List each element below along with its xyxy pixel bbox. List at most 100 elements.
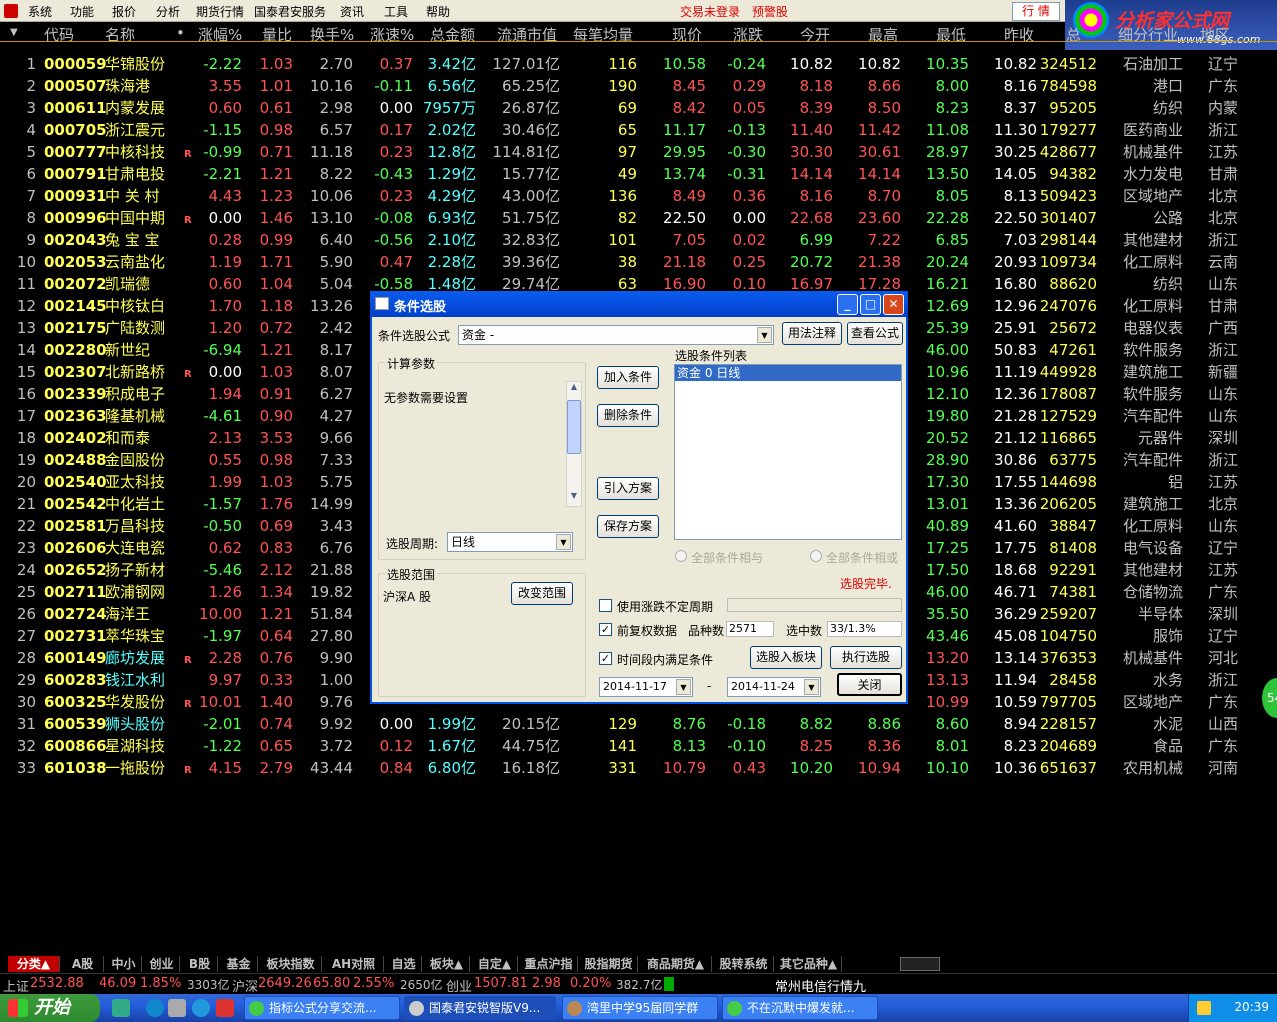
table-row[interactable]: 33 601038 一拖股份 4.15 2.79 43.44 0.84 6.80亿 16.18亿…: [0, 758, 1277, 780]
params-scrollbar[interactable]: ▲ ▼: [566, 381, 582, 507]
table-row[interactable]: 2 000507 珠海港 3.55 1.01 10.16 -0.11 6.56亿 65.25亿 1…: [0, 76, 1277, 98]
table-row[interactable]: 3 000611 内蒙发展 0.60 0.61 2.98 0.00 7957万 26.87亿 69…: [0, 98, 1277, 120]
task-label: 不在沉默中爆发就...: [747, 1001, 855, 1015]
add-condition-button[interactable]: 加入条件: [597, 366, 659, 389]
restore-rights-checkbox[interactable]: ✓: [599, 623, 612, 636]
radio-all-and[interactable]: [675, 550, 687, 562]
task-gtja-app[interactable]: 国泰君安锐智版V9...: [404, 996, 556, 1020]
task-qq-group[interactable]: 湾里中学95届同学群: [562, 996, 718, 1020]
scroll-thumb[interactable]: [567, 400, 581, 454]
tab-8[interactable]: 自选: [386, 956, 422, 972]
chevron-down-icon[interactable]: ▼: [804, 679, 819, 695]
menu-quote[interactable]: 报价: [112, 3, 136, 20]
menu-gtja-service[interactable]: 国泰君安服务: [254, 3, 326, 20]
menu-futures[interactable]: 期货行情: [196, 3, 244, 20]
usage-notes-button[interactable]: 用法注释: [782, 322, 842, 345]
cy-index[interactable]: 1507.81: [474, 976, 528, 991]
date-from-picker[interactable]: 2014-11-17 ▼: [599, 677, 693, 697]
tab-7[interactable]: AH对照: [324, 956, 384, 972]
cell-speed: 0.00: [379, 99, 413, 117]
tab-11[interactable]: 重点沪指: [520, 956, 578, 972]
tab-13[interactable]: 商品期货▲: [640, 956, 712, 972]
tab-6[interactable]: 板块指数: [260, 956, 322, 972]
execute-button[interactable]: 执行选股: [830, 646, 902, 669]
task-formula-forum[interactable]: 指标公式分享交流...: [244, 996, 400, 1020]
cell-chg: -0.10: [727, 737, 766, 755]
trade-login-status[interactable]: 交易未登录: [680, 3, 740, 20]
task-browser[interactable]: 不在沉默中爆发就...: [722, 996, 878, 1020]
tab-12[interactable]: 股指期货: [580, 956, 638, 972]
tab-1[interactable]: A股: [62, 956, 104, 972]
time-range-checkbox[interactable]: ✓: [599, 652, 612, 665]
tab-5[interactable]: 基金: [220, 956, 258, 972]
table-row[interactable]: 6 000791 甘肃电投 -2.21 1.21 8.22 -0.43 1.29亿 15.77亿…: [0, 164, 1277, 186]
tab-0[interactable]: 分类▲: [8, 956, 60, 972]
maximize-icon[interactable]: □: [860, 294, 881, 315]
menu-tools[interactable]: 工具: [384, 3, 408, 20]
import-plan-button[interactable]: 引入方案: [597, 477, 659, 500]
scroll-up-icon[interactable]: ▲: [567, 382, 581, 397]
chevron-down-icon[interactable]: ▼: [556, 534, 571, 550]
tab-14[interactable]: 股转系统: [714, 956, 774, 972]
menu-help[interactable]: 帮助: [426, 3, 450, 20]
quote-button[interactable]: 行 情: [1012, 2, 1060, 21]
tab-10[interactable]: 自定▲: [472, 956, 518, 972]
table-row[interactable]: 9 002043 兔 宝 宝 0.28 0.99 6.40 -0.56 2.10亿 32.83亿…: [0, 230, 1277, 252]
quicklaunch-icon[interactable]: [192, 999, 210, 1017]
quicklaunch-icon[interactable]: [112, 999, 130, 1017]
table-row[interactable]: 32 600866 星湖科技 -1.22 0.65 3.72 0.12 1.67亿 44.75亿…: [0, 736, 1277, 758]
tab-2[interactable]: 中小: [106, 956, 142, 972]
table-row[interactable]: 10 002053 云南盐化 1.19 1.71 5.90 0.47 2.28亿 39.36亿 3…: [0, 252, 1277, 274]
start-button[interactable]: 开始: [0, 994, 100, 1022]
menu-function[interactable]: 功能: [70, 3, 94, 20]
cell-chg: 0.02: [732, 231, 766, 249]
table-row[interactable]: 31 600539 狮头股份 -2.01 0.74 9.92 0.00 1.99亿 20.15亿…: [0, 714, 1277, 736]
hs-index[interactable]: 2649.26: [258, 976, 312, 991]
cell-high: 10.94: [858, 759, 901, 777]
close-button[interactable]: 关闭: [837, 673, 902, 696]
menu-news[interactable]: 资讯: [340, 3, 364, 20]
server-name[interactable]: 常州电信行情九: [775, 976, 866, 995]
condition-list[interactable]: 资金 0 日线: [674, 364, 902, 540]
table-row[interactable]: 7 000931 中 关 村 4.43 1.23 10.06 0.23 4.29亿 43.00亿…: [0, 186, 1277, 208]
cell-low: 40.89: [926, 517, 969, 535]
menu-system[interactable]: 系统: [28, 3, 52, 20]
view-formula-button[interactable]: 查看公式: [847, 322, 903, 345]
table-row[interactable]: 8 000996 中国中期 0.00 1.46 13.10 -0.08 6.93亿 51.75亿…: [0, 208, 1277, 230]
quicklaunch-icon[interactable]: [216, 999, 234, 1017]
condition-list-item[interactable]: 资金 0 日线: [675, 365, 901, 381]
sort-dropdown-icon[interactable]: ▼: [10, 27, 18, 38]
alert-stocks[interactable]: 预警股: [752, 3, 788, 20]
tab-4[interactable]: B股: [182, 956, 218, 972]
date-to-picker[interactable]: 2014-11-24 ▼: [727, 677, 821, 697]
tab-9[interactable]: 板块▲: [424, 956, 470, 972]
uncertain-period-checkbox[interactable]: [599, 599, 612, 612]
formula-select[interactable]: 资金 - ▼: [458, 325, 774, 345]
app-icon[interactable]: [4, 4, 18, 18]
chevron-down-icon[interactable]: ▼: [676, 679, 691, 695]
period-select[interactable]: 日线 ▼: [447, 532, 573, 552]
sh-index[interactable]: 2532.88: [30, 976, 84, 991]
menu-analysis[interactable]: 分析: [156, 3, 180, 20]
table-row[interactable]: 4 000705 浙江震元 -1.15 0.98 6.57 0.17 2.02亿 30.46亿 6…: [0, 120, 1277, 142]
tab-scroll-arrows[interactable]: [900, 957, 940, 971]
table-row[interactable]: 5 000777 中核科技 -0.99 0.71 11.18 0.23 12.8亿 114.81…: [0, 142, 1277, 164]
tray-icon[interactable]: [1197, 1001, 1211, 1015]
minimize-icon[interactable]: _: [837, 294, 858, 315]
quicklaunch-icon[interactable]: [168, 999, 186, 1017]
dialog-titlebar[interactable]: 条件选股 _ □ ✕: [370, 291, 908, 317]
to-block-button[interactable]: 选股入板块: [750, 646, 822, 669]
delete-condition-button[interactable]: 删除条件: [597, 404, 659, 427]
radio-all-or[interactable]: [810, 550, 822, 562]
chevron-down-icon[interactable]: ▼: [757, 327, 772, 343]
save-plan-button[interactable]: 保存方案: [597, 515, 659, 538]
clock[interactable]: 20:39: [1234, 1000, 1269, 1014]
ie-icon[interactable]: [146, 999, 164, 1017]
change-range-button[interactable]: 改变范围: [511, 582, 573, 605]
table-row[interactable]: 1 000059 华锦股份 -2.22 1.03 2.70 0.37 3.42亿 127.01亿…: [0, 54, 1277, 76]
tab-15[interactable]: 其它品种▲: [776, 956, 842, 972]
tab-3[interactable]: 创业: [144, 956, 180, 972]
col-header-dot[interactable]: •: [176, 24, 185, 42]
scroll-down-icon[interactable]: ▼: [567, 491, 581, 506]
close-icon[interactable]: ✕: [883, 294, 904, 315]
